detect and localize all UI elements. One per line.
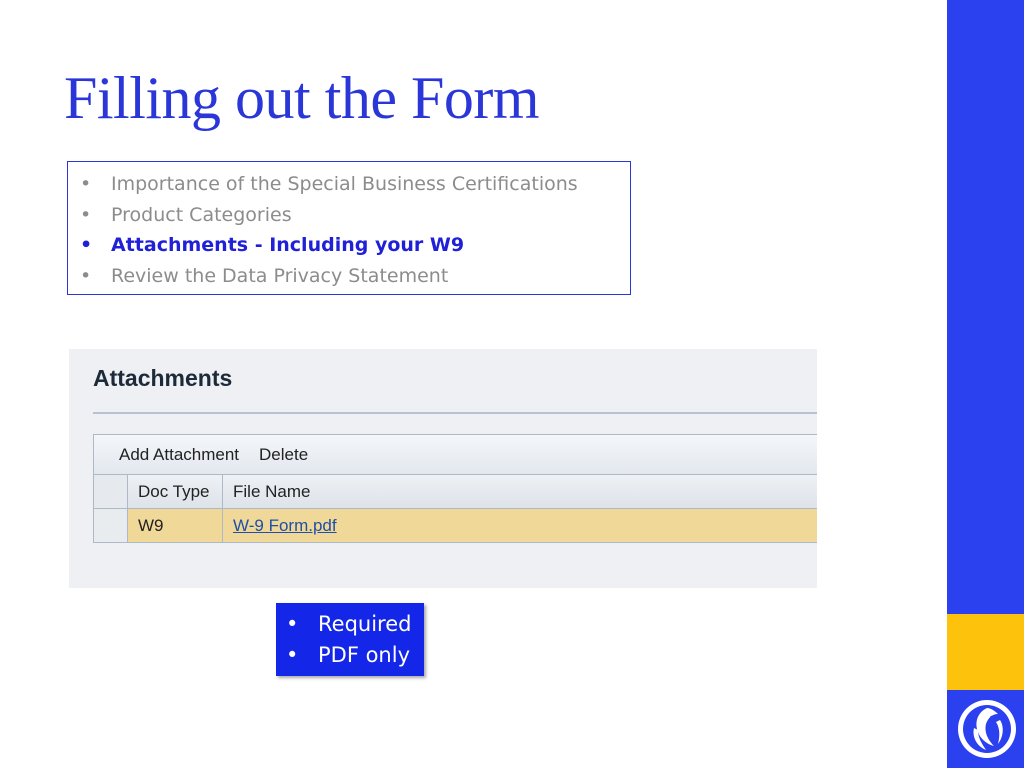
attachments-screenshot: Attachments Add Attachment Delete Doc Ty… (69, 349, 817, 588)
column-header-doc-type[interactable]: Doc Type (128, 475, 223, 508)
side-bar-blue (947, 0, 1024, 614)
note-label: Required (318, 612, 412, 636)
file-name-cell: W-9 Form.pdf (223, 509, 817, 542)
slide: Filling out the Form • Importance of the… (0, 0, 1024, 768)
phoenix-bird-icon (958, 700, 1016, 758)
doc-type-cell: W9 (128, 509, 223, 542)
side-bar-yellow (947, 614, 1024, 690)
table-row[interactable]: W9 W-9 Form.pdf (94, 509, 817, 543)
topics-box: • Importance of the Special Business Cer… (67, 161, 631, 295)
topic-label: Importance of the Special Business Certi… (111, 173, 578, 195)
heading-divider (93, 412, 817, 414)
delete-button[interactable]: Delete (259, 445, 308, 465)
topic-item: • Review the Data Privacy Statement (68, 261, 630, 292)
column-header-file-name[interactable]: File Name (223, 475, 817, 508)
topic-item-active: • Attachments - Including your W9 (68, 230, 630, 261)
topic-item: • Importance of the Special Business Cer… (68, 169, 630, 200)
note-label: PDF only (318, 643, 411, 667)
add-attachment-button[interactable]: Add Attachment (119, 445, 239, 465)
file-link[interactable]: W-9 Form.pdf (233, 516, 337, 536)
select-all-cell[interactable] (94, 475, 128, 508)
bullet-icon: • (80, 173, 92, 195)
row-selector[interactable] (94, 509, 128, 542)
topic-label: Product Categories (111, 203, 292, 226)
logo-block (947, 690, 1024, 768)
table-header-row: Doc Type File Name (94, 475, 817, 509)
attachments-toolbar: Add Attachment Delete (94, 435, 817, 475)
bullet-icon: • (80, 203, 92, 226)
attachments-heading: Attachments (93, 365, 233, 391)
bullet-icon: • (286, 643, 299, 667)
topic-item: • Product Categories (68, 200, 630, 231)
attachments-table: Add Attachment Delete Doc Type File Name… (93, 434, 817, 543)
topic-label: Review the Data Privacy Statement (111, 264, 449, 287)
bullet-icon: • (286, 612, 299, 636)
topics-list: • Importance of the Special Business Cer… (68, 169, 630, 291)
bullet-icon: • (80, 234, 93, 257)
note-item: • Required (276, 609, 424, 640)
bullet-icon: • (80, 264, 92, 287)
notes-callout: • Required • PDF only (276, 603, 424, 676)
topic-label: Attachments - Including your W9 (111, 234, 465, 257)
slide-title: Filling out the Form (64, 65, 540, 131)
note-item: • PDF only (276, 640, 424, 671)
notes-list: • Required • PDF only (276, 609, 424, 671)
